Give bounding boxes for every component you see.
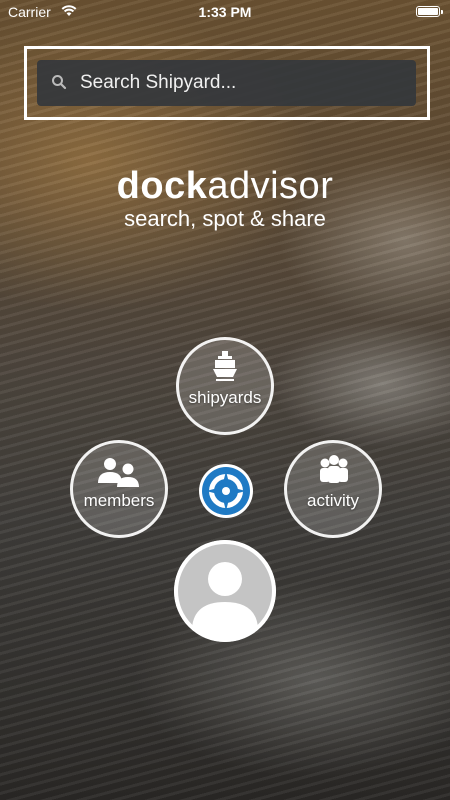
members-button[interactable]: members bbox=[70, 440, 168, 538]
members-icon bbox=[96, 457, 142, 492]
avatar[interactable] bbox=[174, 540, 276, 642]
shipyards-button[interactable]: shipyards bbox=[176, 337, 274, 435]
search-input[interactable] bbox=[80, 60, 400, 106]
search-icon bbox=[51, 74, 67, 95]
activity-icon bbox=[316, 455, 352, 490]
tagline: search, spot & share bbox=[124, 206, 326, 231]
logo-light: advisor bbox=[207, 165, 334, 207]
activity-label: activity bbox=[307, 491, 359, 510]
app-logo: dockadvisor bbox=[0, 164, 450, 208]
compass-icon[interactable] bbox=[198, 463, 254, 519]
ship-icon bbox=[210, 350, 240, 389]
status-time: 1:33 PM bbox=[198, 4, 252, 20]
status-bar: Carrier 1:33 PM bbox=[0, 0, 450, 24]
shipyards-label: shipyards bbox=[188, 388, 262, 407]
avatar-icon bbox=[174, 540, 276, 642]
search-bar[interactable] bbox=[37, 60, 416, 106]
logo-bold: dock bbox=[116, 165, 208, 207]
members-label: members bbox=[83, 491, 155, 510]
battery-icon bbox=[416, 6, 443, 17]
brand-block: dockadvisor search, spot & share bbox=[0, 164, 450, 232]
activity-button[interactable]: activity bbox=[284, 440, 382, 538]
